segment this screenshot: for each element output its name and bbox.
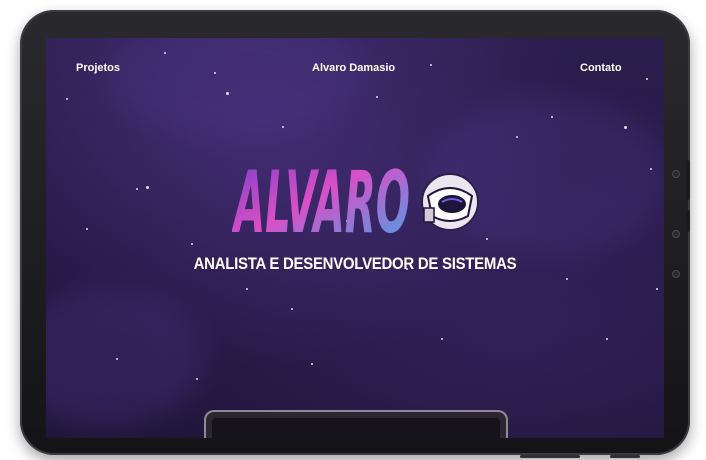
alvaro-logo: ALVARO <box>232 153 479 238</box>
nav-link-contato[interactable]: Contato <box>580 62 622 74</box>
project-preview-screen <box>212 418 500 438</box>
star <box>624 126 627 129</box>
background-nebula <box>106 38 366 138</box>
site-title[interactable]: Alvaro Damasio <box>312 62 395 74</box>
star <box>196 378 198 380</box>
star <box>226 92 229 95</box>
tablet-side-button <box>686 160 690 200</box>
hero-subtitle: ANALISTA E DESENVOLVEDOR DE SISTEMAS <box>193 254 517 273</box>
star <box>246 288 248 290</box>
star <box>606 338 608 340</box>
star <box>136 188 138 190</box>
star <box>86 228 88 230</box>
star <box>291 308 293 310</box>
star <box>486 238 488 240</box>
star <box>146 186 149 189</box>
tablet-bottom-edge <box>520 455 580 458</box>
nav-link-projetos[interactable]: Projetos <box>76 62 120 74</box>
star <box>656 288 658 290</box>
star <box>282 126 284 128</box>
star <box>441 338 443 340</box>
star <box>191 243 193 245</box>
tablet-sensor-dot <box>672 270 680 278</box>
star <box>551 116 553 118</box>
star <box>311 363 313 365</box>
tablet-sensor-dot <box>672 230 680 238</box>
website-screen: Projetos Alvaro Damasio Contato ALVARO A… <box>46 38 664 438</box>
star <box>376 96 378 98</box>
top-navigation: Projetos Alvaro Damasio Contato <box>46 62 664 80</box>
astronaut-helmet-icon <box>421 173 479 231</box>
background-nebula <box>46 288 206 428</box>
star <box>516 136 518 138</box>
star <box>650 168 652 170</box>
star <box>116 358 118 360</box>
tablet-side-button <box>686 210 690 232</box>
star <box>66 98 68 100</box>
star <box>164 52 166 54</box>
star <box>566 278 568 280</box>
tablet-bottom-edge <box>610 455 640 458</box>
logo-text: ALVARO <box>232 153 410 238</box>
tablet-camera-dot <box>672 170 680 178</box>
project-preview-card[interactable] <box>204 410 508 438</box>
